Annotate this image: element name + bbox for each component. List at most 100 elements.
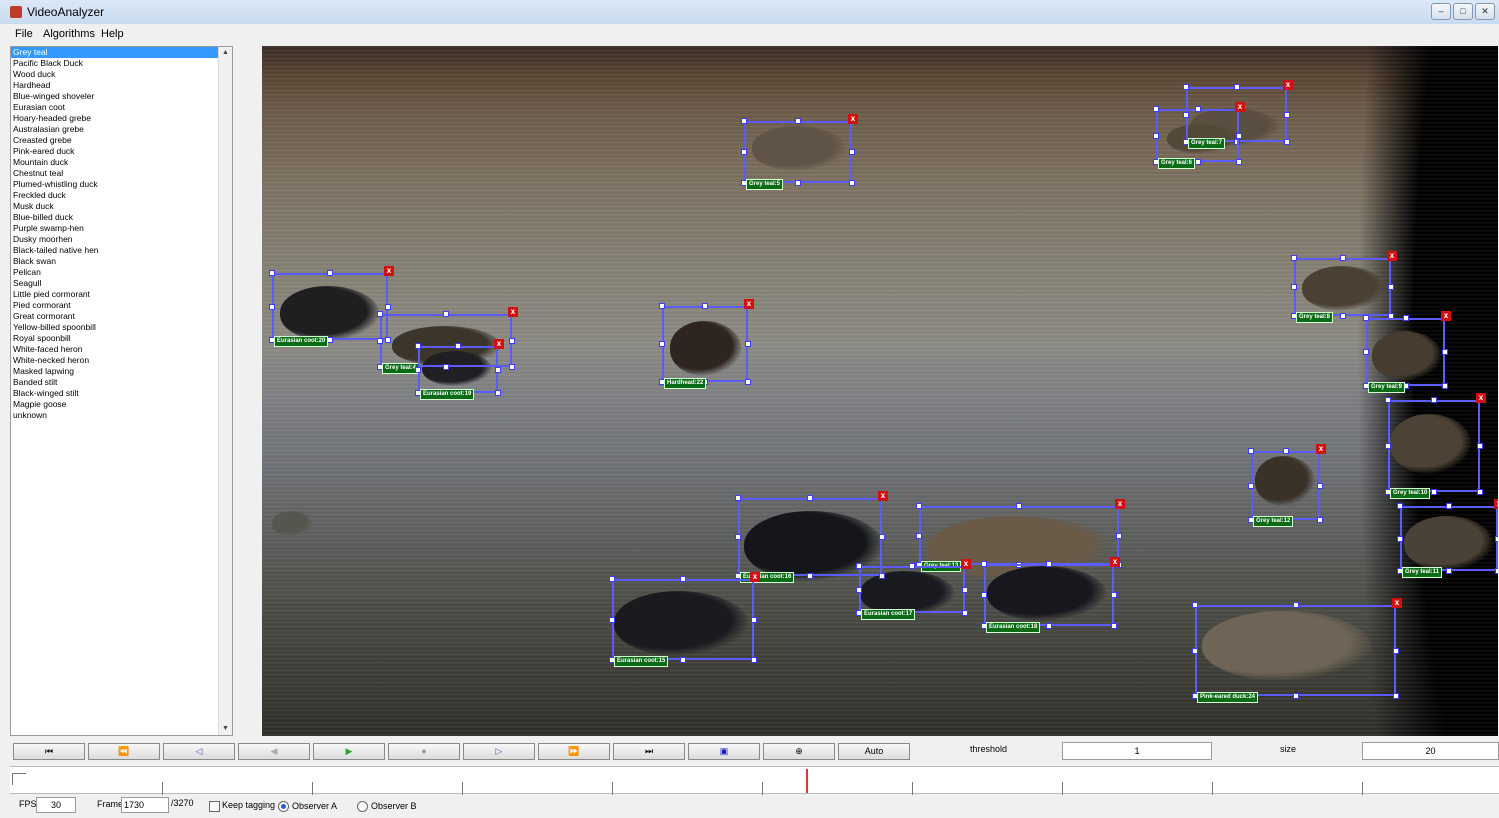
delete-box-icon[interactable]: x [744,299,754,309]
species-list-item[interactable]: Plumed-whistling duck [11,179,232,190]
resize-handle[interactable] [377,337,383,344]
resize-handle[interactable] [1292,693,1299,699]
species-list-item[interactable]: Creasted grebe [11,135,232,146]
resize-handle[interactable] [1442,349,1448,355]
resize-handle[interactable] [269,303,275,310]
step-forward-button[interactable]: ▷ [463,743,535,760]
resize-handle[interactable] [1431,489,1437,495]
scroll-up-icon[interactable]: ▲ [219,47,232,59]
fps-input[interactable]: 30 [36,797,76,813]
resize-handle[interactable] [1317,517,1323,523]
timeline-cursor[interactable] [806,769,808,793]
detection-box[interactable]: Eurasian coot:15 x [609,572,760,667]
resize-handle[interactable] [981,561,987,567]
resize-handle[interactable] [1495,568,1498,574]
species-list-item[interactable]: Musk duck [11,201,232,212]
resize-handle[interactable] [415,343,421,349]
resize-handle[interactable] [1153,106,1159,112]
resize-handle[interactable] [856,563,862,569]
species-list-item[interactable]: Chestnut teal [11,168,232,179]
species-list-item[interactable]: Seagull [11,278,232,289]
last-frame-button[interactable]: ⏭ [613,743,685,760]
resize-handle[interactable] [1477,443,1483,449]
resize-handle[interactable] [1192,647,1198,654]
resize-handle[interactable] [1192,602,1198,608]
species-list-item[interactable]: Little pied cormorant [11,289,232,300]
menu-algorithms[interactable]: Algorithms [43,28,95,40]
step-back-button[interactable]: ◁ [163,743,235,760]
resize-handle[interactable] [509,337,515,344]
resize-handle[interactable] [1446,568,1452,574]
observer-a-radio[interactable] [278,801,289,812]
resize-handle[interactable] [377,311,383,317]
resize-handle[interactable] [1393,693,1399,699]
resize-handle[interactable] [735,495,741,501]
resize-handle[interactable] [962,586,968,593]
delete-box-icon[interactable]: x [1110,557,1120,567]
species-list-item[interactable]: Purple swamp-hen [11,223,232,234]
maximize-icon[interactable]: □ [1453,3,1473,20]
resize-handle[interactable] [1291,284,1297,290]
minimize-icon[interactable]: – [1431,3,1451,20]
resize-handle[interactable] [741,149,747,155]
resize-handle[interactable] [879,534,885,540]
delete-box-icon[interactable]: x [878,491,888,501]
resize-handle[interactable] [1385,443,1391,449]
close-icon[interactable]: ✕ [1475,3,1495,20]
species-list-item[interactable]: Magpie goose [11,399,232,410]
delete-box-icon[interactable]: x [1387,251,1397,261]
resize-handle[interactable] [509,364,515,370]
resize-handle[interactable] [849,149,855,155]
species-list-item[interactable]: Blue-winged shoveler [11,91,232,102]
delete-box-icon[interactable]: x [1316,444,1326,454]
species-list-item[interactable]: unknown [11,410,232,421]
resize-handle[interactable] [495,390,501,396]
resize-handle[interactable] [1477,489,1483,495]
species-list-item[interactable]: Wood duck [11,69,232,80]
resize-handle[interactable] [751,657,757,663]
detection-box[interactable]: Eurasian coot:20 x [269,266,394,347]
resize-handle[interactable] [795,180,801,186]
delete-box-icon[interactable]: x [1235,102,1245,112]
species-list-item[interactable]: Eurasian coot [11,102,232,113]
resize-handle[interactable] [1363,349,1369,355]
resize-handle[interactable] [849,180,855,186]
resize-handle[interactable] [795,118,801,124]
resize-handle[interactable] [1388,284,1394,290]
resize-handle[interactable] [415,366,421,373]
species-list-item[interactable]: Pink-eared duck [11,146,232,157]
rewind-button[interactable]: ⏪ [88,743,160,760]
resize-handle[interactable] [909,563,915,569]
species-list-item[interactable]: Black-tailed native hen [11,245,232,256]
detection-box[interactable]: Grey teal:11 x [1397,499,1498,578]
delete-box-icon[interactable]: x [384,266,394,276]
delete-box-icon[interactable]: x [848,114,858,124]
keep-tagging-checkbox[interactable] [209,801,220,812]
resize-handle[interactable] [856,586,862,593]
resize-handle[interactable] [807,495,813,501]
resize-handle[interactable] [751,616,757,623]
resize-handle[interactable] [1153,132,1159,139]
species-list-item[interactable]: Banded stilt [11,377,232,388]
resize-handle[interactable] [1393,647,1399,654]
resize-handle[interactable] [1111,592,1117,598]
resize-handle[interactable] [981,592,987,598]
menu-help[interactable]: Help [101,28,124,40]
species-list-item[interactable]: Grey teal [11,47,219,58]
stop-button[interactable]: ● [388,743,460,760]
delete-box-icon[interactable]: x [1392,598,1402,608]
detection-box[interactable]: Pink-eared duck:24 x [1192,598,1402,703]
zoom-button[interactable]: ⊕ [763,743,835,760]
species-list-item[interactable]: White-faced heron [11,344,232,355]
resize-handle[interactable] [735,534,741,540]
resize-handle[interactable] [1116,532,1122,539]
detection-box[interactable]: Grey teal:12 x [1248,444,1326,527]
resize-handle[interactable] [1016,503,1022,509]
resize-handle[interactable] [1194,106,1201,112]
resize-handle[interactable] [1046,561,1052,567]
resize-handle[interactable] [1397,503,1403,509]
resize-handle[interactable] [269,270,275,276]
resize-handle[interactable] [807,573,813,579]
menu-file[interactable]: File [15,28,33,40]
fast-forward-button[interactable]: ⏩ [538,743,610,760]
